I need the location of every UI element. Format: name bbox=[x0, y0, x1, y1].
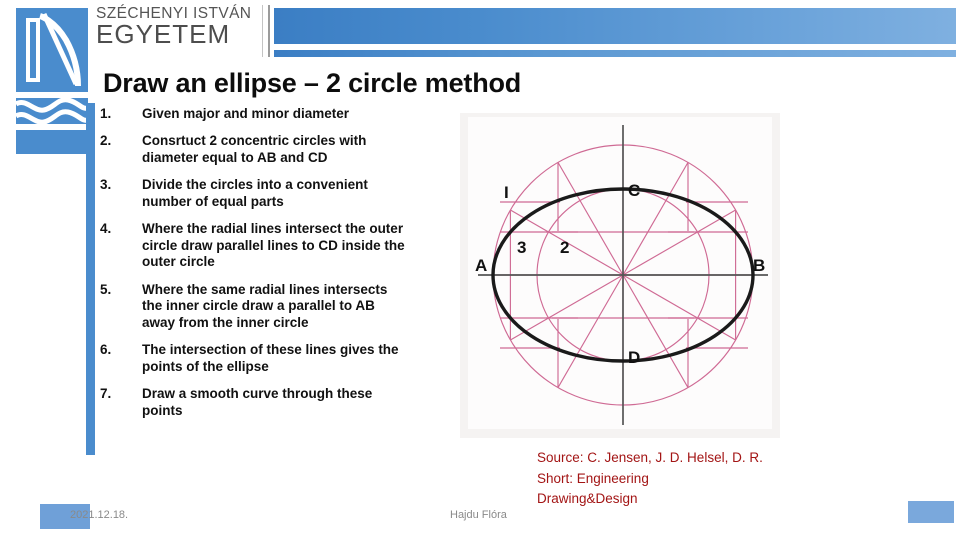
label-C: C bbox=[628, 181, 640, 200]
header-bar-primary bbox=[274, 8, 956, 44]
step-list: 1. Given major and minor diameter 2. Con… bbox=[100, 106, 410, 430]
label-I: I bbox=[504, 183, 509, 202]
footer-date: 2021.12.18. bbox=[70, 509, 129, 521]
footer-accent-block bbox=[908, 501, 954, 523]
source-line-3: Drawing&Design bbox=[537, 491, 638, 507]
header-bar-secondary bbox=[274, 50, 956, 57]
label-B: B bbox=[753, 256, 765, 275]
step-number: 7. bbox=[100, 386, 112, 402]
label-3: 3 bbox=[517, 238, 526, 257]
step-text: Divide the circles into a convenient num… bbox=[142, 177, 368, 209]
list-item: 7. Draw a smooth curve through these poi… bbox=[100, 386, 410, 419]
list-item: 5. Where the same radial lines intersect… bbox=[100, 282, 410, 331]
step-number: 5. bbox=[100, 281, 112, 297]
step-number: 3. bbox=[100, 177, 112, 193]
page-title: Draw an ellipse – 2 circle method bbox=[103, 68, 522, 98]
step-number: 2. bbox=[100, 133, 112, 149]
source-line-1: Source: C. Jensen, J. D. Helsel, D. R. bbox=[537, 450, 763, 465]
brand-line-2: EGYETEM bbox=[96, 18, 231, 49]
step-text: Where the radial lines intersect the out… bbox=[142, 221, 405, 270]
list-item: 1. Given major and minor diameter bbox=[100, 106, 410, 122]
step-text: The intersection of these lines gives th… bbox=[142, 342, 399, 374]
slide-canvas: SZÉCHENYI ISTVÁN EGYETEM Draw an ellipse… bbox=[0, 0, 960, 540]
step-number: 1. bbox=[100, 106, 112, 121]
label-2: 2 bbox=[560, 238, 569, 257]
szechenyi-bridge-logo-icon bbox=[14, 6, 90, 154]
step-number: 4. bbox=[100, 221, 112, 237]
step-text: Consrtuct 2 concentric circles with diam… bbox=[142, 133, 367, 165]
step-text: Draw a smooth curve through these points bbox=[142, 386, 373, 418]
brand-divider-left bbox=[262, 5, 263, 57]
left-accent-bar bbox=[86, 103, 95, 455]
step-number: 6. bbox=[100, 342, 112, 358]
list-item: 2. Consrtuct 2 concentric circles with d… bbox=[100, 133, 410, 166]
label-A: A bbox=[475, 256, 487, 275]
label-D: D bbox=[628, 348, 640, 367]
step-text: Given major and minor diameter bbox=[142, 106, 350, 121]
list-item: 6. The intersection of these lines gives… bbox=[100, 342, 410, 375]
brand-wordmark: SZÉCHENYI ISTVÁN EGYETEM bbox=[96, 6, 266, 58]
brand-divider bbox=[268, 5, 270, 57]
list-item: 4. Where the radial lines intersect the … bbox=[100, 221, 410, 270]
step-text: Where the same radial lines intersects t… bbox=[142, 281, 388, 330]
source-line-2: Short: Engineering bbox=[537, 470, 649, 486]
ellipse-construction-figure: A B C D I 3 2 bbox=[460, 113, 780, 438]
footer-author: Hajdu Flóra bbox=[450, 509, 507, 521]
list-item: 3. Divide the circles into a convenient … bbox=[100, 177, 410, 210]
source-attribution: Source: C. Jensen, J. D. Helsel, D. R. S… bbox=[537, 448, 827, 510]
